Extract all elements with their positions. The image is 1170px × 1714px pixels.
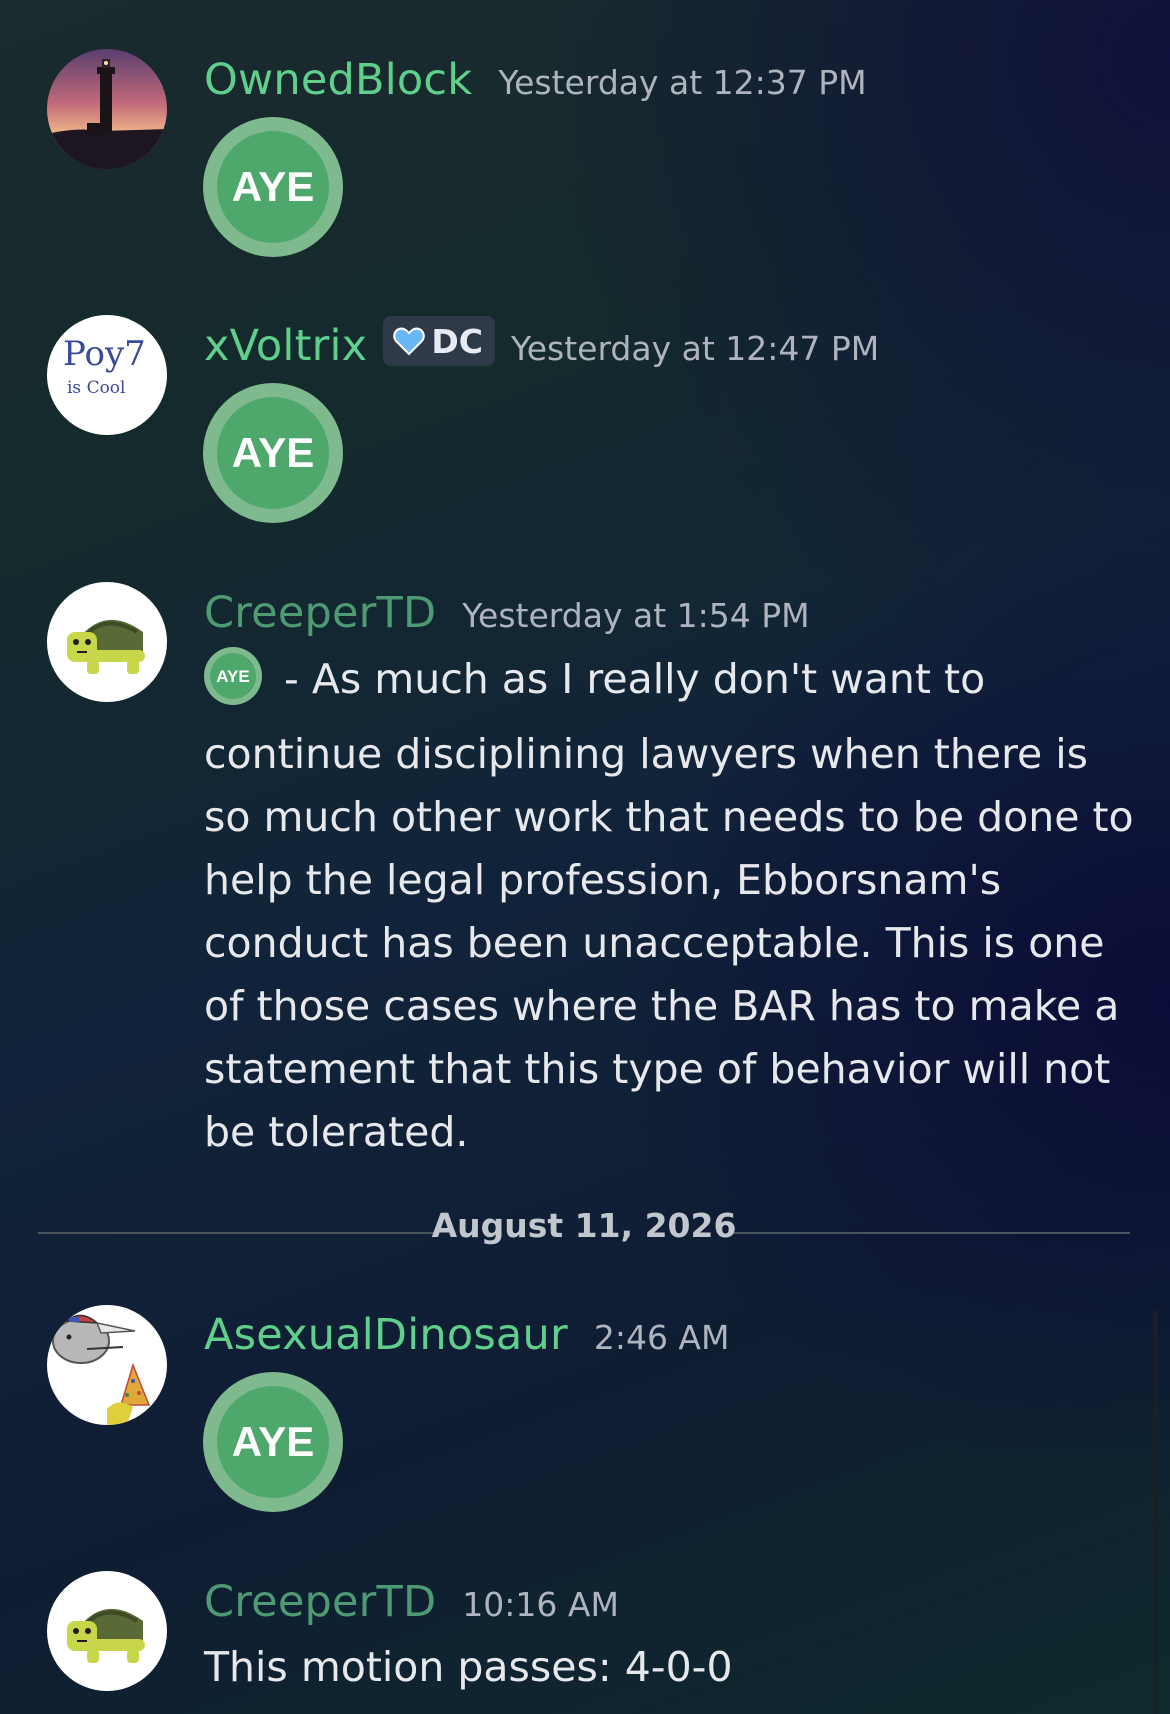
avatar-lettering: Poy7 (63, 334, 146, 374)
message-header: xVoltrix DC Yesterday at 12:47 PM (204, 316, 880, 371)
lighthouse-avatar-image (47, 49, 167, 169)
server-tag[interactable]: DC (383, 316, 495, 366)
username[interactable]: OwnedBlock (204, 55, 472, 105)
username[interactable]: CreeperTD (204, 588, 436, 638)
timestamp: 10:16 AM (462, 1585, 619, 1624)
message-header: CreeperTD Yesterday at 1:54 PM (204, 588, 810, 638)
message-header: OwnedBlock Yesterday at 12:37 PM (204, 55, 867, 105)
timestamp: 2:46 AM (593, 1318, 730, 1357)
message-content: This motion passes: 4-0-0 (204, 1636, 1144, 1699)
aye-emoji[interactable]: AYE (203, 117, 343, 257)
message-text: - As much as I really don't want to cont… (204, 655, 1134, 1156)
server-tag-label: DC (431, 321, 483, 361)
avatar[interactable] (47, 49, 167, 169)
aye-emoji-label: AYE (232, 429, 315, 476)
avatar[interactable]: Poy7 is Cool (47, 315, 167, 435)
turtle-avatar-image (67, 1608, 145, 1663)
avatar[interactable] (47, 1571, 167, 1691)
aye-emoji-label: AYE (232, 1418, 315, 1465)
username[interactable]: AsexualDinosaur (204, 1310, 568, 1360)
avatar[interactable] (47, 582, 167, 702)
dinosaur-avatar-image (52, 1314, 151, 1425)
turtle-avatar-image (67, 619, 145, 674)
scrollbar[interactable] (1153, 1310, 1158, 1714)
message-text: This motion passes: 4-0-0 (204, 1643, 733, 1691)
username[interactable]: CreeperTD (204, 1577, 436, 1627)
aye-emoji[interactable]: AYE (204, 647, 262, 723)
heart-icon (393, 327, 426, 356)
date-divider: August 11, 2026 (38, 1206, 1130, 1245)
message-header: CreeperTD 10:16 AM (204, 1577, 619, 1627)
aye-emoji[interactable]: AYE (203, 1372, 343, 1512)
aye-emoji[interactable]: AYE (203, 383, 343, 523)
aye-emoji-label: AYE (216, 667, 249, 686)
avatar[interactable] (47, 1305, 167, 1425)
aye-emoji-label: AYE (232, 163, 315, 210)
timestamp: Yesterday at 12:37 PM (498, 63, 867, 102)
timestamp: Yesterday at 12:47 PM (510, 329, 880, 368)
timestamp: Yesterday at 1:54 PM (462, 596, 810, 635)
avatar-lettering: is Cool (67, 378, 125, 398)
username[interactable]: xVoltrix (204, 321, 367, 371)
divider-date: August 11, 2026 (431, 1206, 737, 1245)
message-content: AYE - As much as I really don't want to … (204, 647, 1144, 1164)
message-header: AsexualDinosaur 2:46 AM (204, 1310, 729, 1360)
